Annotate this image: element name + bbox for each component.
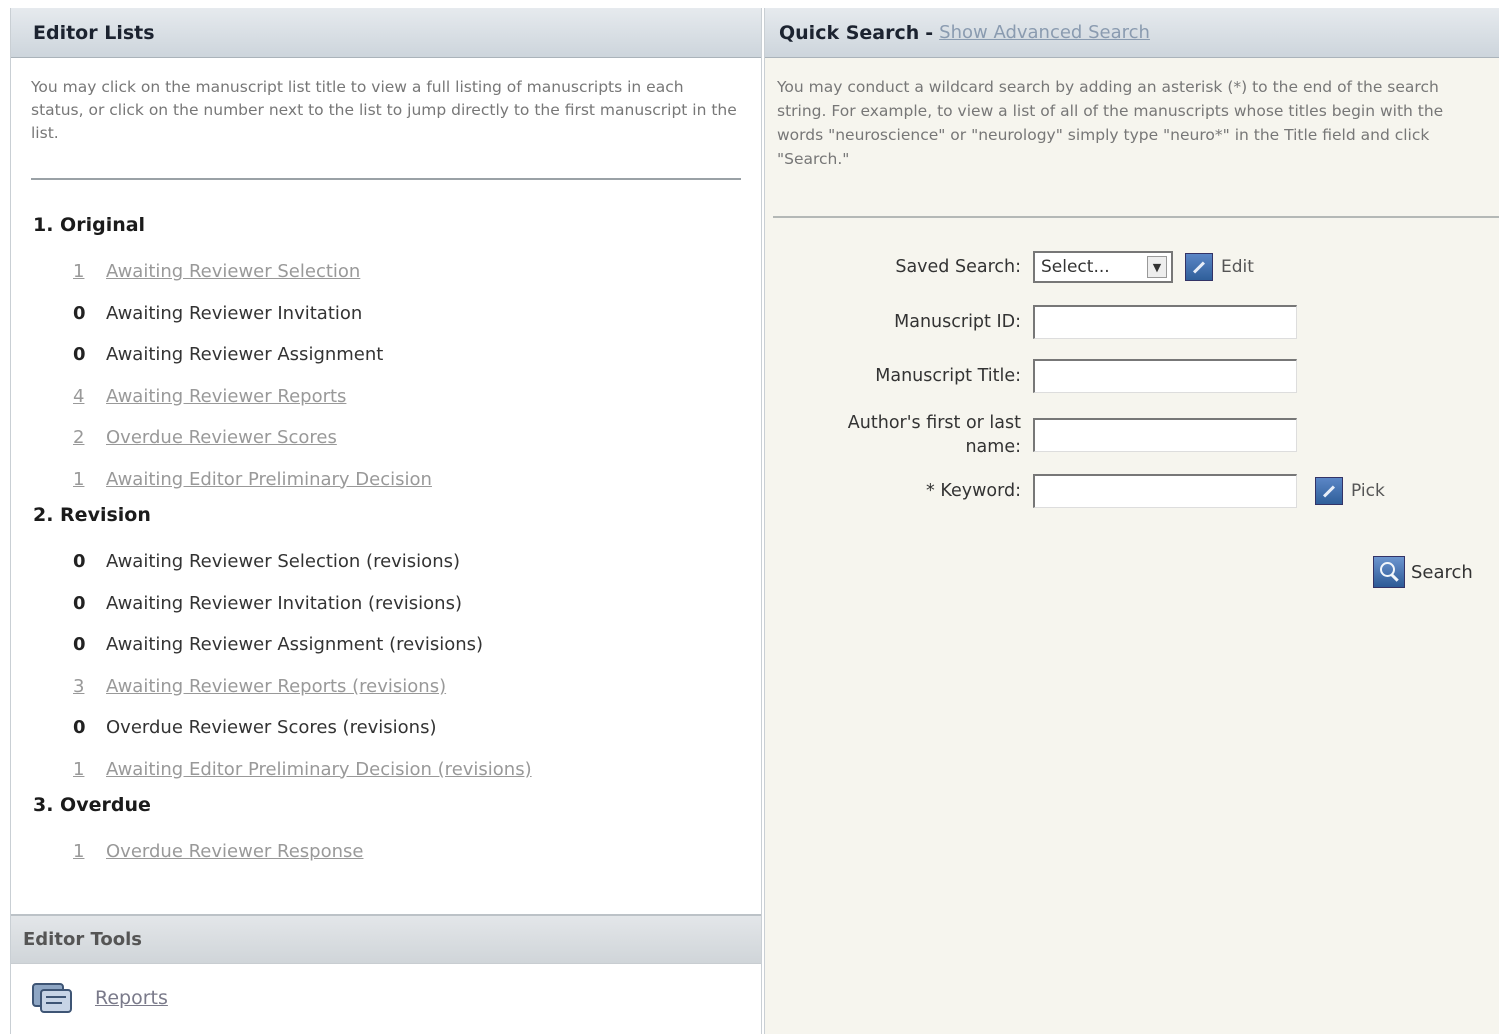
edit-icon[interactable]: [1185, 253, 1213, 281]
list-item-label: Awaiting Reviewer Selection (revisions): [106, 551, 460, 573]
list-item-label[interactable]: Awaiting Editor Preliminary Decision (re…: [106, 759, 532, 780]
saved-search-select[interactable]: Select... ▼: [1033, 251, 1173, 283]
manuscript-id-row: Manuscript ID:: [765, 305, 1297, 339]
list-item[interactable]: 1 Awaiting Editor Preliminary Decision: [33, 459, 761, 501]
list-item-count: 0: [73, 302, 86, 324]
editor-tools-header: Editor Tools: [11, 914, 761, 964]
list-item-count: 0: [73, 551, 86, 573]
list-item[interactable]: 1 Awaiting Editor Preliminary Decision (r…: [33, 749, 761, 791]
search-button[interactable]: Search: [1373, 556, 1473, 588]
reports-link-row[interactable]: Reports: [29, 978, 168, 1018]
quick-search-title: Quick Search: [779, 21, 920, 44]
reports-link[interactable]: Reports: [95, 987, 168, 1009]
keyword-row: * Keyword: Pick: [765, 474, 1385, 508]
list-item-label[interactable]: Awaiting Reviewer Reports (revisions): [106, 676, 446, 697]
search-icon[interactable]: [1373, 556, 1405, 588]
list-item-label: Awaiting Reviewer Assignment: [106, 344, 384, 366]
list-item[interactable]: 4 Awaiting Reviewer Reports: [33, 376, 761, 418]
list-item: 0 Awaiting Reviewer Selection (revisions): [33, 541, 761, 583]
edit-label: Edit: [1221, 257, 1254, 277]
list-item-label[interactable]: Awaiting Editor Preliminary Decision: [106, 469, 432, 490]
editor-tools-title: Editor Tools: [23, 929, 142, 950]
author-row: Author's first or last name:: [765, 411, 1297, 459]
keyword-input[interactable]: [1033, 474, 1297, 508]
manuscript-title-row: Manuscript Title:: [765, 359, 1297, 393]
pick-icon[interactable]: [1315, 477, 1343, 505]
list-item: 0 Awaiting Reviewer Assignment: [33, 334, 761, 376]
list-item-label[interactable]: Overdue Reviewer Response: [106, 841, 363, 862]
list-item-count[interactable]: 1: [73, 261, 106, 282]
edit-button[interactable]: Edit: [1185, 253, 1254, 281]
list-item: 0 Awaiting Reviewer Assignment (revisions…: [33, 624, 761, 666]
quick-search-form: Saved Search: Select... ▼ Edit Manuscrip…: [765, 218, 1499, 618]
list-item-label: Awaiting Reviewer Assignment (revisions): [106, 634, 484, 656]
list-item: 0 Overdue Reviewer Scores (revisions): [33, 707, 761, 749]
saved-search-value: Select...: [1041, 257, 1110, 277]
manuscript-title-input[interactable]: [1033, 359, 1297, 393]
manuscript-id-input[interactable]: [1033, 305, 1297, 339]
list-item-label: Awaiting Reviewer Invitation: [106, 302, 363, 324]
manuscript-title-label: Manuscript Title:: [875, 366, 1021, 386]
keyword-label: * Keyword:: [926, 481, 1021, 501]
quick-search-intro: You may conduct a wildcard search by add…: [765, 58, 1499, 216]
list-item[interactable]: 1 Overdue Reviewer Response: [33, 831, 761, 873]
pick-button[interactable]: Pick: [1315, 477, 1385, 505]
list-item-count: 0: [73, 592, 86, 614]
editor-lists-panel: Editor Lists You may click on the manusc…: [10, 8, 762, 1034]
reports-icon[interactable]: [29, 978, 77, 1018]
list-item[interactable]: 3 Awaiting Reviewer Reports (revisions): [33, 666, 761, 708]
list-item-count[interactable]: 2: [73, 427, 106, 448]
manuscript-id-label: Manuscript ID:: [894, 312, 1021, 332]
list-item-count[interactable]: 1: [73, 469, 106, 490]
editor-lists-header: Editor Lists: [11, 8, 761, 58]
header-separator: -: [925, 21, 934, 44]
editor-lists-intro: You may click on the manuscript list tit…: [31, 78, 737, 142]
list-item-label: Overdue Reviewer Scores (revisions): [106, 717, 437, 739]
show-advanced-search-link[interactable]: Show Advanced Search: [939, 22, 1150, 43]
list-item: 0 Awaiting Reviewer Invitation (revisions…: [33, 583, 761, 625]
list-item: 0 Awaiting Reviewer Invitation: [33, 293, 761, 335]
list-group-title: 2. Revision: [33, 504, 151, 526]
saved-search-row: Saved Search: Select... ▼ Edit: [765, 251, 1254, 283]
list-item-label[interactable]: Awaiting Reviewer Selection: [106, 261, 360, 282]
search-label: Search: [1411, 561, 1473, 583]
editor-lists-title: Editor Lists: [33, 21, 155, 44]
quick-search-header: Quick Search - Show Advanced Search: [765, 8, 1499, 58]
author-input[interactable]: [1033, 418, 1297, 452]
manuscript-lists: 1. Original 1 Awaiting Reviewer Selection 0…: [11, 180, 761, 873]
list-item-count[interactable]: 3: [73, 676, 106, 697]
list-item-count: 0: [73, 344, 86, 366]
author-label: Author's first or last name:: [847, 413, 1021, 457]
list-item[interactable]: 1 Awaiting Reviewer Selection: [33, 251, 761, 293]
list-item-label[interactable]: Awaiting Reviewer Reports: [106, 386, 346, 407]
list-item-count[interactable]: 1: [73, 841, 106, 862]
chevron-down-icon[interactable]: ▼: [1147, 256, 1167, 278]
pick-label: Pick: [1351, 481, 1385, 501]
quick-search-panel: Quick Search - Show Advanced Search You …: [764, 8, 1499, 1034]
list-group-title: 1. Original: [33, 214, 146, 236]
list-item[interactable]: 2 Overdue Reviewer Scores: [33, 417, 761, 459]
list-item-count: 0: [73, 717, 86, 739]
list-item-count[interactable]: 1: [73, 759, 106, 780]
saved-search-label: Saved Search:: [895, 257, 1021, 277]
list-item-label: Awaiting Reviewer Invitation (revisions): [106, 592, 462, 614]
list-item-count: 0: [73, 634, 86, 656]
list-item-label[interactable]: Overdue Reviewer Scores: [106, 427, 337, 448]
list-item-count[interactable]: 4: [73, 386, 106, 407]
list-group-title: 3. Overdue: [33, 794, 151, 816]
